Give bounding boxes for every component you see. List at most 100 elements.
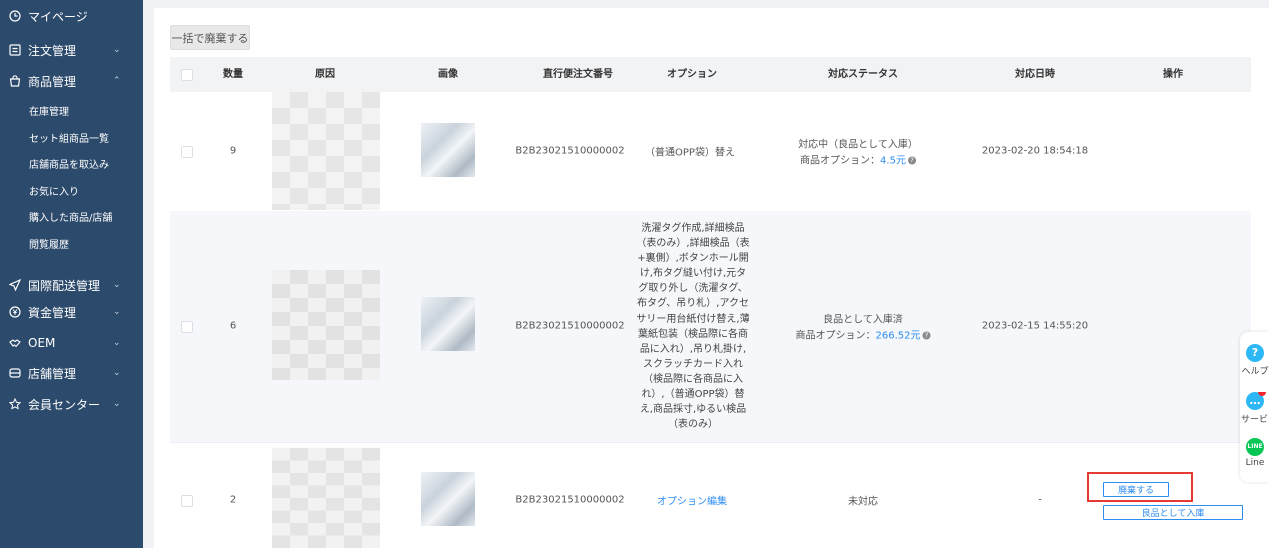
- row-order-number: B2B23021510000002: [515, 320, 625, 332]
- highlight-box: [1087, 472, 1193, 502]
- nav-mypage-label: マイページ: [28, 9, 88, 24]
- reason-image-blurred: [272, 270, 380, 380]
- option-line: 洗濯タグ作成,詳細検品: [641, 223, 745, 234]
- option-line: れ）,（普通OPP袋）替: [641, 389, 745, 401]
- nav-sub-inventory[interactable]: 在庫管理: [29, 103, 69, 118]
- help-icon[interactable]: ?: [907, 156, 916, 165]
- edit-options-link[interactable]: オプション編集: [657, 493, 727, 508]
- nav-store[interactable]: 店舗管理 ⌄: [0, 358, 143, 388]
- option-fee-amount[interactable]: 4.5元: [880, 156, 906, 167]
- option-line: （表のみ）: [668, 419, 718, 431]
- notification-badge: [1258, 392, 1266, 396]
- select-all-checkbox[interactable]: [181, 69, 193, 81]
- nav-orders-label: 注文管理: [28, 43, 77, 58]
- question-icon: ?: [1246, 344, 1264, 362]
- row-quantity: 2: [229, 494, 237, 506]
- col-options: オプション: [667, 69, 717, 80]
- reason-image-blurred: [272, 448, 380, 548]
- nav-sub-import[interactable]: 店舗商品を取込み: [29, 156, 109, 171]
- product-thumbnail[interactable]: [421, 123, 475, 177]
- nav-store-label: 店舗管理: [28, 366, 77, 381]
- nav-funds-label: 資金管理: [28, 305, 77, 320]
- nav-sub-set-products[interactable]: セット組商品一覧: [29, 130, 109, 145]
- nav-member-label: 会員センター: [28, 397, 101, 412]
- option-line: +裏側）,ボタンホール開: [637, 253, 749, 265]
- help-icon[interactable]: ?: [922, 331, 931, 340]
- option-line: （表のみ）,詳細検品（表: [636, 238, 750, 250]
- option-fee-amount[interactable]: 266.52元: [876, 331, 921, 342]
- option-line: スクラッチカード入れ: [643, 358, 743, 370]
- row-status: 良品として入庫済: [823, 314, 903, 326]
- nav-products-label: 商品管理: [28, 74, 77, 89]
- line-float-button[interactable]: LINE Line: [1241, 438, 1269, 468]
- option-line: グ取り外し（洗濯タグ、: [638, 283, 748, 295]
- clock-icon: [8, 9, 22, 23]
- chevron-down-icon: ⌄: [113, 399, 121, 409]
- row-date: 2023-02-15 14:55:20: [981, 320, 1089, 332]
- nav-oem[interactable]: OEM ⌄: [0, 328, 143, 358]
- product-thumbnail[interactable]: [421, 472, 475, 526]
- product-thumbnail[interactable]: [421, 297, 475, 351]
- row-date: 2023-02-20 18:54:18: [981, 145, 1089, 157]
- nav-products[interactable]: 商品管理 ⌃: [0, 66, 143, 96]
- row-status: 未対応: [848, 496, 878, 508]
- row-date: -: [1038, 494, 1042, 506]
- option-fee-label: 商品オプション：: [800, 155, 881, 167]
- option-line: 布タグ、吊り札）,アクセ: [637, 298, 749, 310]
- nav-sub-favorites[interactable]: お気に入り: [29, 183, 79, 198]
- col-quantity: 数量: [223, 69, 243, 80]
- row-order-number: B2B23021510000002: [515, 494, 625, 506]
- row-checkbox[interactable]: [181, 321, 193, 333]
- line-float-label: Line: [1245, 458, 1265, 468]
- row-checkbox[interactable]: [181, 146, 193, 158]
- row-order-number: B2B23021510000002: [515, 145, 625, 157]
- order-list-icon: [8, 43, 22, 57]
- nav-mypage[interactable]: マイページ: [0, 1, 143, 31]
- col-image: 画像: [438, 69, 458, 80]
- col-date: 対応日時: [1015, 69, 1055, 80]
- col-actions: 操作: [1163, 69, 1183, 80]
- send-icon: [8, 278, 22, 292]
- option-line: け,布タグ縫い付け,元タ: [639, 268, 747, 280]
- chevron-down-icon: ⌄: [113, 280, 121, 290]
- chevron-down-icon: ⌄: [113, 307, 121, 317]
- col-order-number: 直行便注文番号: [543, 69, 613, 80]
- help-float-label: ヘルプ: [1241, 367, 1269, 377]
- handshake-icon: [8, 336, 22, 350]
- chevron-down-icon: ⌄: [113, 338, 121, 348]
- service-float-button[interactable]: … サービス: [1241, 392, 1269, 425]
- row-status: 対応中（良品として入庫）: [798, 139, 918, 151]
- line-logo-icon: LINE: [1246, 438, 1264, 456]
- bag-icon: [8, 74, 22, 88]
- row-quantity: 6: [229, 320, 237, 332]
- chevron-up-icon: ⌃: [113, 76, 121, 86]
- option-line: え,商品採寸,ゆるい検品: [639, 404, 747, 416]
- nav-sub-history[interactable]: 閲覧履歴: [29, 236, 69, 251]
- nav-intl-shipping[interactable]: 国際配送管理 ⌄: [0, 270, 143, 300]
- yen-circle-icon: [8, 305, 22, 319]
- col-reason: 原因: [315, 69, 335, 80]
- option-line: 品に入れ）,吊り札掛け,: [639, 343, 747, 355]
- help-float-button[interactable]: ? ヘルプ: [1241, 344, 1269, 377]
- nav-intl-shipping-label: 国際配送管理: [28, 278, 101, 293]
- chevron-down-icon: ⌄: [113, 45, 121, 55]
- nav-member[interactable]: 会員センター ⌄: [0, 389, 143, 419]
- store-icon: [8, 366, 22, 380]
- row-option: （普通OPP袋）替え: [645, 147, 735, 159]
- option-line: サリー用台紙付け替え,薄: [636, 313, 750, 325]
- service-float-label: サービス: [1241, 415, 1269, 425]
- row-option-fee: 商品オプション：266.52元?: [796, 327, 931, 342]
- restock-good-button[interactable]: 良品として入庫: [1103, 505, 1243, 520]
- chat-icon: …: [1246, 392, 1266, 410]
- option-line: （検品際に各商品に入: [643, 373, 743, 385]
- star-icon: [8, 397, 22, 411]
- row-quantity: 9: [229, 145, 237, 157]
- reason-image-blurred: [272, 92, 380, 210]
- nav-sub-purchased[interactable]: 購入した商品/店舗: [29, 209, 112, 224]
- row-option-list: 洗濯タグ作成,詳細検品 （表のみ）,詳細検品（表 +裏側）,ボタンホール開 け,…: [636, 221, 750, 432]
- option-line: 葉紙包装（検品際に各商: [638, 328, 748, 340]
- nav-funds[interactable]: 資金管理 ⌄: [0, 297, 143, 327]
- row-checkbox[interactable]: [181, 495, 193, 507]
- bulk-dispose-button[interactable]: 一括で廃棄する: [170, 25, 250, 50]
- nav-orders[interactable]: 注文管理 ⌄: [0, 35, 143, 65]
